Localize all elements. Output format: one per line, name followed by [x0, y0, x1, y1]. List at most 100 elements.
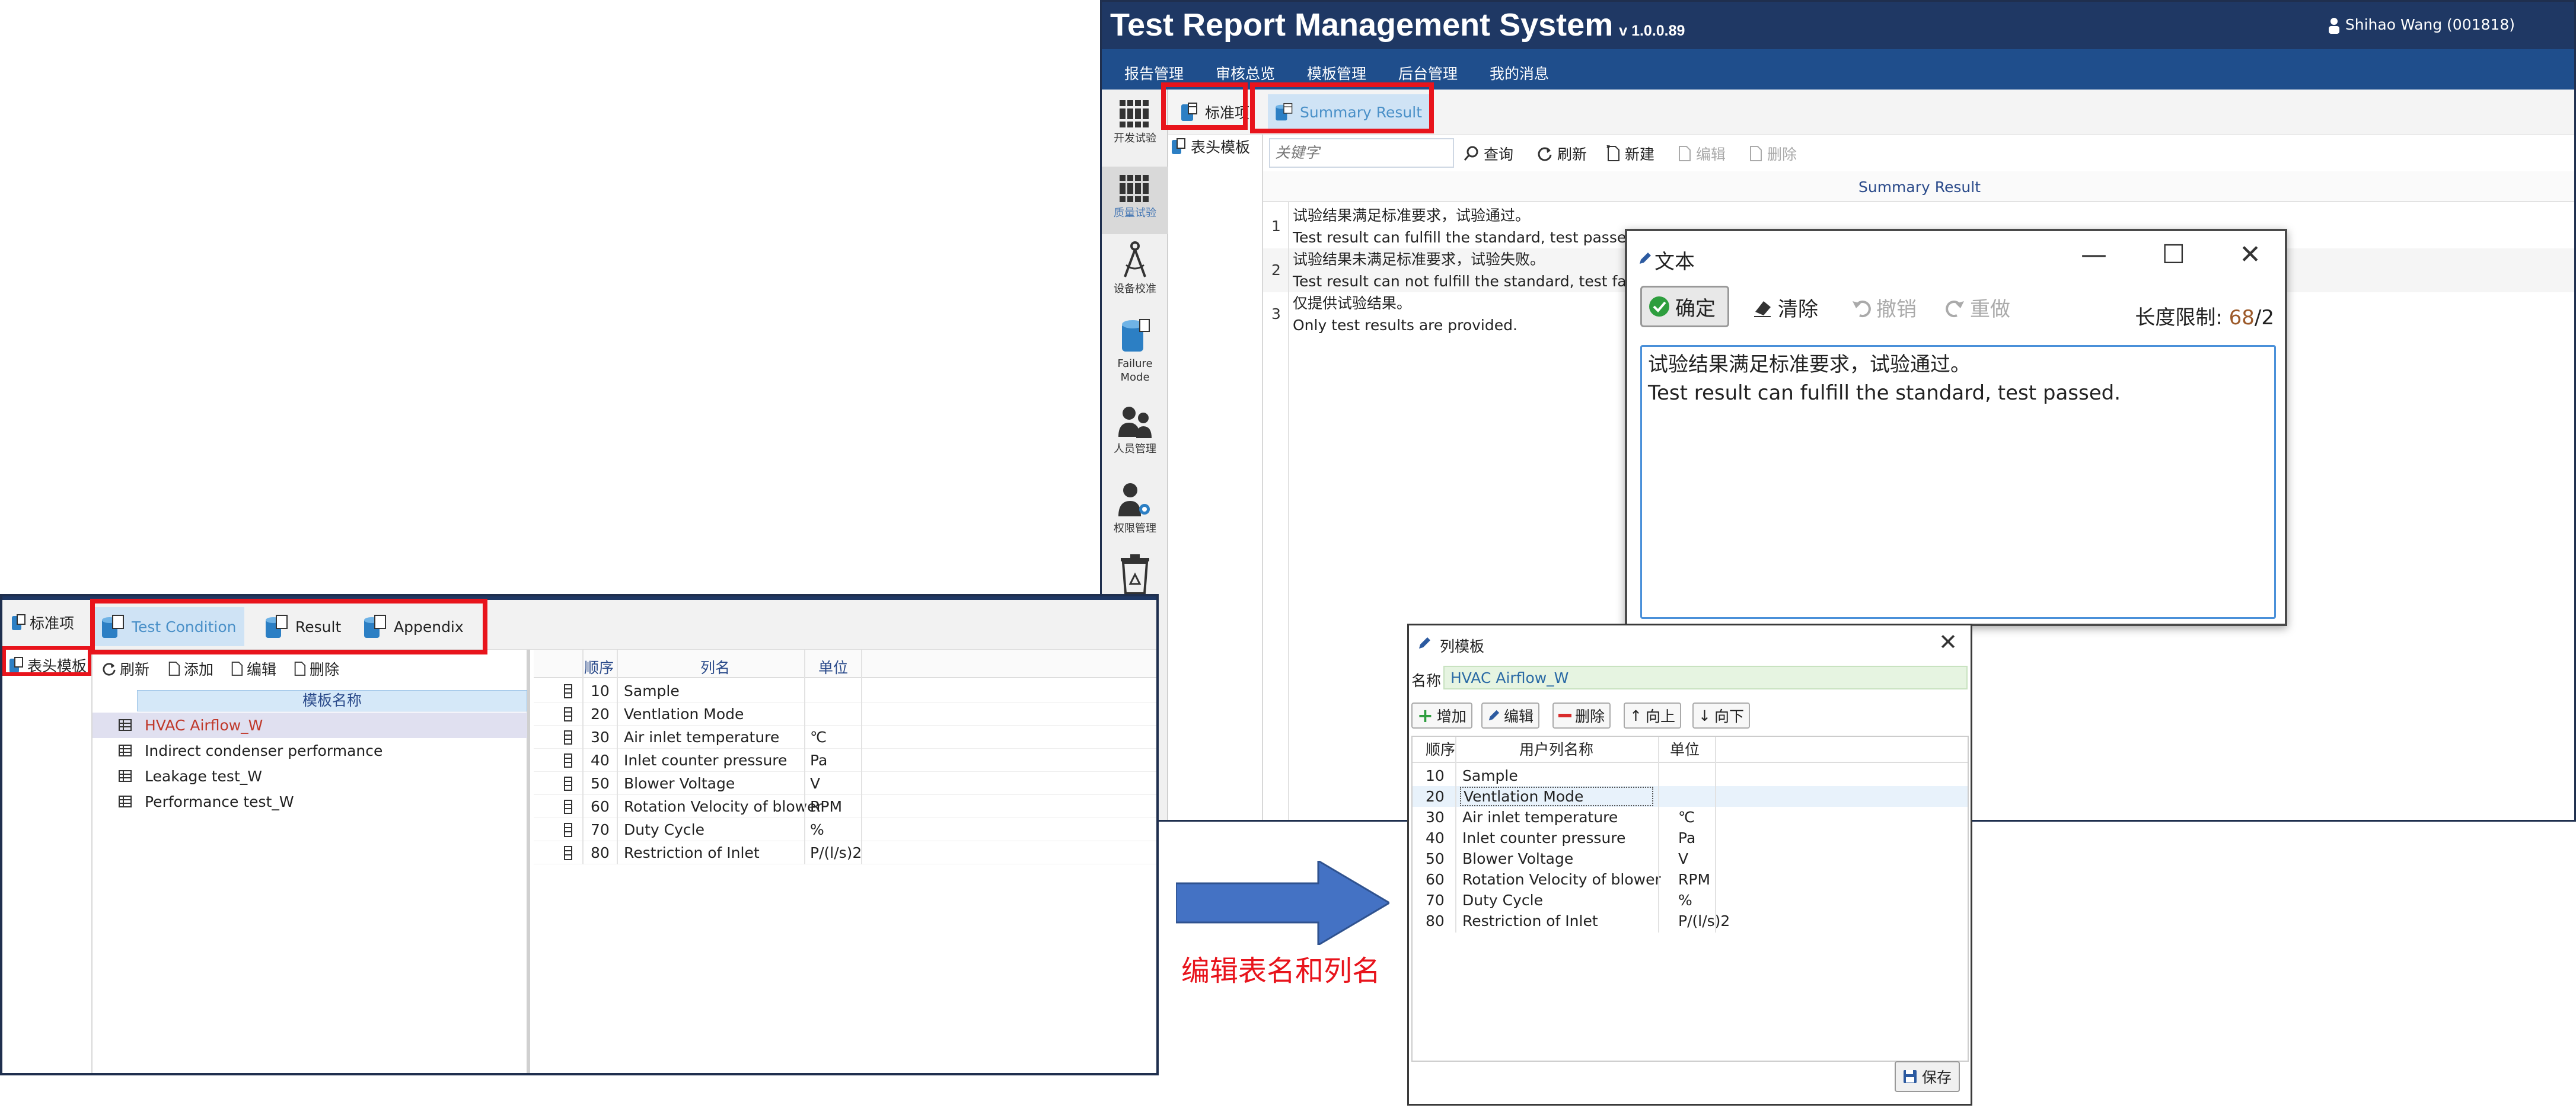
tab-standard-items-label: 标准项: [1205, 104, 1250, 122]
table-row[interactable]: 20 Ventlation Mode: [1413, 786, 1968, 807]
dialog-title: 文本: [1654, 250, 1695, 274]
query-button[interactable]: 查询: [1464, 143, 1513, 164]
name-input[interactable]: HVAC Airflow_W: [1443, 666, 1968, 689]
column-name: Restriction of Inlet: [624, 844, 760, 861]
table-row[interactable]: 80 Restriction of Inlet P/(l/s)2: [1413, 911, 1968, 931]
table-row[interactable]: 50 Blower Voltage V: [534, 772, 1156, 795]
table-row[interactable]: 40 Inlet counter pressure Pa: [534, 749, 1156, 772]
row-text-en: Test result can not fulfill the standard…: [1293, 273, 1658, 290]
tab-result[interactable]: Result: [257, 607, 348, 646]
edit-button[interactable]: 编辑: [230, 658, 276, 679]
clear-button[interactable]: 清除: [1753, 293, 1818, 322]
table-row[interactable]: 10 Sample: [1413, 765, 1968, 786]
text-content-area[interactable]: 试验结果满足标准要求，试验通过。 Test result can fulfill…: [1640, 345, 2276, 619]
table-row[interactable]: 20 Ventlation Mode: [534, 703, 1156, 726]
app-title: Test Report Management System v 1.0.0.89: [1110, 7, 1685, 43]
menu-report-mgmt[interactable]: 报告管理: [1124, 62, 1184, 84]
table-row[interactable]: 70 Duty Cycle%: [1413, 890, 1968, 911]
redo-button[interactable]: 重做: [1945, 293, 2010, 322]
ok-button[interactable]: 确定: [1640, 286, 1729, 327]
column-name: Sample: [624, 682, 680, 700]
table-row[interactable]: 30 Air inlet temperature ℃: [534, 726, 1156, 749]
menu-backend-mgmt[interactable]: 后台管理: [1398, 62, 1458, 84]
nav-calibration[interactable]: 设备校准: [1102, 241, 1168, 308]
tab-standard-items[interactable]: 标准项: [11, 612, 74, 633]
length-used: 68: [2229, 306, 2255, 330]
menu-review-overview[interactable]: 审核总览: [1216, 62, 1275, 84]
menu-template-mgmt[interactable]: 模板管理: [1307, 62, 1366, 84]
delete-button[interactable]: 删除: [1552, 703, 1611, 729]
close-button[interactable]: ✕: [1939, 629, 1957, 655]
row-name: Sample: [1462, 767, 1518, 784]
tab-appendix[interactable]: Appendix: [356, 607, 471, 646]
header-name: 用户列名称: [1519, 741, 1594, 758]
table-row[interactable]: 10 Sample: [534, 679, 1156, 703]
redo-button-label: 重做: [1970, 298, 2010, 321]
nav-dev-test[interactable]: 开发试验: [1102, 98, 1168, 164]
move-up-button[interactable]: ↑ 向上: [1624, 703, 1681, 729]
row-text-en: Test result can fulfill the standard, te…: [1293, 229, 1641, 246]
refresh-button[interactable]: 刷新: [102, 658, 149, 679]
edit-button[interactable]: 编辑: [1481, 703, 1540, 729]
nav-quality-test[interactable]: 质量试验: [1102, 167, 1168, 234]
tab-test-condition[interactable]: Test Condition: [94, 607, 244, 646]
row-name: Rotation Velocity of blower: [1462, 871, 1661, 888]
nav-header-template[interactable]: 表头模板: [8, 654, 87, 676]
nav-failure-mode[interactable]: Failure Mode: [1102, 318, 1168, 395]
sub-nav: 表头模板: [1168, 135, 1263, 820]
menu-my-messages[interactable]: 我的消息: [1490, 62, 1549, 84]
undo-button[interactable]: 撤销: [1851, 293, 1917, 322]
row-unit: ℃: [1678, 809, 1695, 826]
tab-result-label: Result: [295, 618, 342, 636]
maximize-button[interactable]: ☐: [2162, 240, 2185, 270]
move-down-button[interactable]: ↓ 向下: [1692, 703, 1750, 729]
template-list-pane: 刷新 添加 编辑 删除 模板名称 HVAC Airflow_W Indirect…: [93, 650, 530, 1073]
table-row[interactable]: 40 Inlet counter pressure Pa: [1413, 828, 1968, 848]
save-button[interactable]: 保存: [1894, 1061, 1960, 1092]
grid-divider: [1715, 737, 1716, 933]
table-row[interactable]: 30 Air inlet temperature ℃: [1413, 807, 1968, 828]
column-grid-header: 顺序 用户列名称 单位: [1413, 737, 1968, 763]
table-row[interactable]: 80 Restriction of Inlet P/(l/s)2: [534, 841, 1156, 864]
row-handle-icon: [564, 730, 572, 745]
edit-button[interactable]: 编辑: [1677, 143, 1726, 164]
column-unit: V: [810, 775, 821, 792]
refresh-button[interactable]: 刷新: [1537, 143, 1587, 164]
add-button[interactable]: 添加: [167, 658, 213, 679]
column-unit: ℃: [810, 729, 827, 746]
row-order: 40: [1426, 829, 1445, 847]
delete-button[interactable]: 删除: [293, 658, 339, 679]
table-row[interactable]: 70 Duty Cycle%: [534, 818, 1156, 841]
length-limit: 长度限制: 68/2: [2135, 301, 2274, 330]
list-item[interactable]: Performance test_W: [93, 789, 527, 815]
template-name: HVAC Airflow_W: [145, 717, 263, 734]
table-row[interactable]: 50 Blower Voltage V: [1413, 848, 1968, 869]
nav-personnel[interactable]: 人员管理: [1102, 404, 1168, 470]
minimize-button[interactable]: —: [2081, 240, 2107, 270]
table-row[interactable]: 60 Rotation Velocity of blower RPM: [1413, 869, 1968, 890]
list-item[interactable]: Leakage test_W: [93, 764, 527, 789]
list-item[interactable]: HVAC Airflow_W: [93, 713, 527, 738]
template-left-nav: 表头模板: [2, 650, 93, 1073]
add-button[interactable]: + 增加: [1411, 703, 1472, 729]
table-row[interactable]: 60 Rotation Velocity of blower RPM: [534, 795, 1156, 818]
user-menu[interactable]: Shihao Wang (001818): [2328, 16, 2515, 34]
keyword-search-input[interactable]: [1269, 138, 1454, 168]
column-name: Air inlet temperature: [624, 729, 780, 746]
sub-nav-header-template[interactable]: 表头模板: [1171, 136, 1250, 157]
column-template-dialog: 列模板 ✕ 名称 HVAC Airflow_W + 增加 编辑 删除 ↑ 向上 ↓ 向…: [1407, 624, 1972, 1106]
tab-test-condition-label: Test Condition: [132, 618, 237, 636]
move-up-button-label: 向上: [1645, 708, 1675, 725]
new-button[interactable]: 新建: [1606, 143, 1654, 164]
table-db-icon: [1181, 103, 1197, 121]
nav-permissions[interactable]: 权限管理: [1102, 481, 1168, 547]
close-button[interactable]: ✕: [2239, 240, 2261, 270]
column-order: 50: [591, 775, 610, 792]
column-name: Duty Cycle: [624, 821, 704, 838]
delete-button[interactable]: 删除: [1748, 143, 1797, 164]
tab-summary-result[interactable]: Summary Result: [1268, 94, 1429, 130]
query-button-label: 查询: [1484, 146, 1514, 163]
template-name: Performance test_W: [145, 793, 294, 810]
tab-standard-items[interactable]: 标准项: [1173, 94, 1257, 130]
list-item[interactable]: Indirect condenser performance: [93, 738, 527, 764]
